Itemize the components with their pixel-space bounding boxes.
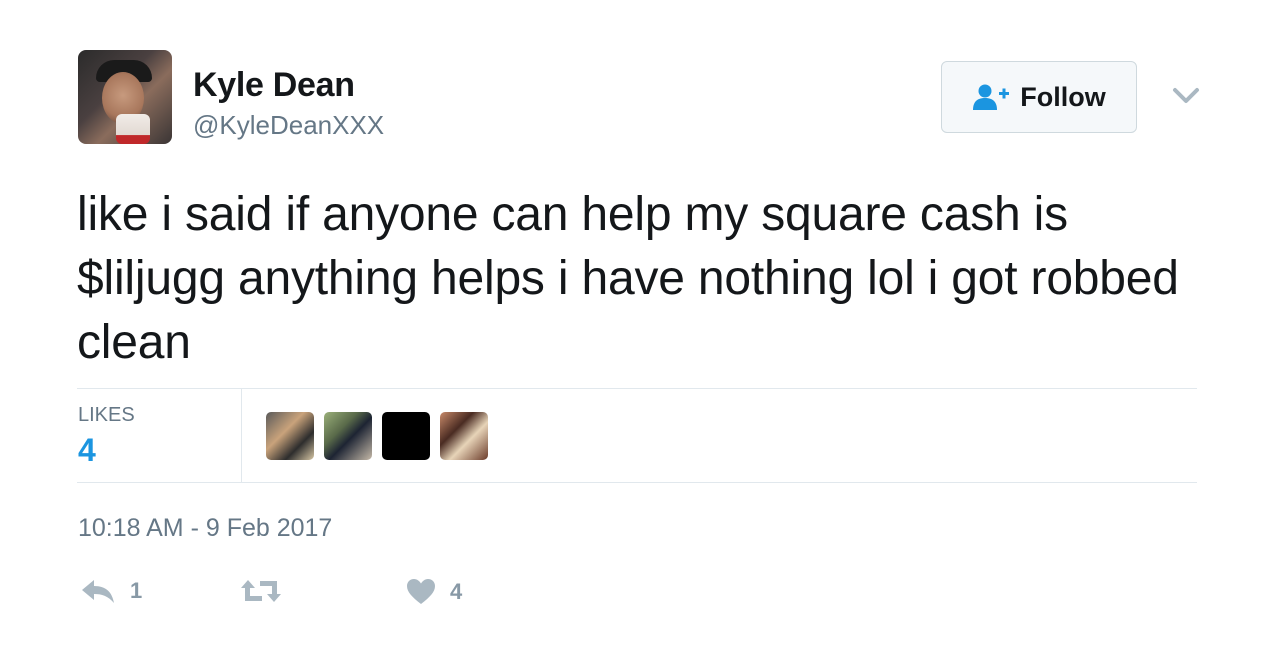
tweet-text: like i said if anyone can help my square… (77, 188, 1179, 369)
stats-top-divider (77, 388, 1197, 389)
stats-bottom-divider (77, 482, 1197, 483)
reply-count: 1 (130, 578, 143, 603)
liker-avatar[interactable] (266, 412, 314, 460)
reply-icon (82, 580, 114, 603)
retweet-button[interactable] (240, 578, 296, 604)
liker-avatar[interactable] (440, 412, 488, 460)
reply-button[interactable]: 1 (80, 578, 142, 604)
chevron-down-icon[interactable] (1170, 82, 1202, 110)
heart-icon (407, 579, 435, 604)
profile-avatar[interactable] (78, 50, 172, 144)
stats-vertical-divider (241, 389, 242, 483)
like-button[interactable]: 4 (406, 578, 462, 605)
likes-count[interactable]: 4 (78, 432, 96, 469)
tweet-timestamp[interactable]: 10:18 AM - 9 Feb 2017 (78, 514, 332, 543)
follow-button-label: Follow (1020, 81, 1106, 112)
add-user-icon (973, 84, 1010, 110)
likers-list (266, 412, 488, 460)
retweet-icon (241, 580, 281, 602)
like-count: 4 (450, 578, 463, 604)
user-handle[interactable]: @KyleDeanXXX (193, 110, 384, 141)
likes-label[interactable]: LIKES (78, 404, 135, 427)
follow-button[interactable]: Follow (941, 61, 1137, 133)
display-name[interactable]: Kyle Dean (193, 66, 355, 105)
avatar-cup (116, 114, 150, 144)
liker-avatar[interactable] (324, 412, 372, 460)
liker-avatar[interactable] (382, 412, 430, 460)
